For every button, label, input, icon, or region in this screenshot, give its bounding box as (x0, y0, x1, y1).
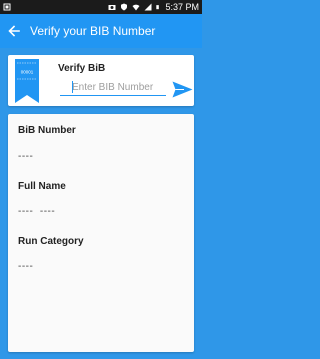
bib-number-input[interactable] (60, 79, 166, 96)
send-icon (172, 81, 192, 97)
notification-icon (3, 3, 11, 11)
status-bar: 5:37 PM (0, 0, 202, 14)
signal-icon (144, 3, 152, 11)
bib-number-label: BiB Number (18, 125, 76, 136)
back-button[interactable] (0, 14, 28, 48)
run-category-value: ---- (18, 261, 34, 272)
send-button[interactable] (171, 79, 193, 99)
text-cursor (72, 81, 73, 93)
bib-ribbon-icon: 00001 (15, 59, 39, 103)
shield-icon (121, 3, 128, 11)
verify-label: Verify BiB (58, 63, 106, 74)
camera-icon (108, 5, 116, 10)
verify-card: 00001 Verify BiB (8, 55, 194, 106)
battery-icon (156, 5, 160, 10)
full-name-value: ---- ---- (18, 206, 56, 217)
wifi-icon (132, 4, 140, 11)
bib-number-value: ---- (18, 151, 34, 162)
run-category-label: Run Category (18, 236, 84, 247)
app-toolbar: Verify your BIB Number (0, 14, 202, 48)
full-name-label: Full Name (18, 181, 66, 192)
status-time: 5:37 PM (165, 2, 199, 12)
arrow-left-icon (8, 25, 20, 37)
page-title: Verify your BIB Number (30, 24, 156, 38)
details-card: BiB Number ---- Full Name ---- ---- Run … (8, 114, 194, 352)
ribbon-number: 00001 (21, 70, 34, 75)
